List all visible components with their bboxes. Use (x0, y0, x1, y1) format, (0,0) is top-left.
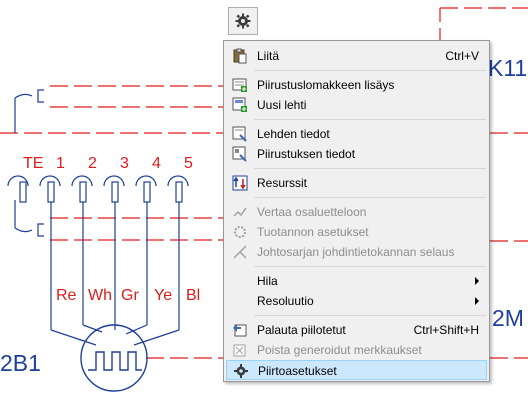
menu-item-restore-hidden[interactable]: Palauta piilotetut Ctrl+Shift+H (226, 320, 487, 340)
add-form-icon (232, 78, 247, 92)
wires (50, 202, 180, 346)
menu-item-label: Piirustuksen tiedot (257, 147, 356, 161)
motor-symbol (80, 324, 148, 392)
wire-label-bl: Bl (186, 287, 200, 304)
menu-item-label: Lehden tiedot (257, 127, 330, 141)
menu-item-label: Uusi lehti (257, 98, 307, 112)
component-tag-left: 2B1 (0, 350, 41, 376)
menu-item-label: Resoluutio (257, 294, 314, 308)
menu-separator (254, 266, 486, 267)
menu-item-label: Johtosarjan johdintietokannan selaus (257, 245, 455, 259)
menu-separator (254, 119, 486, 120)
terminal-label-3: 3 (120, 155, 129, 172)
menu-separator (254, 168, 486, 169)
wire-label-wh: Wh (88, 287, 112, 304)
gear-icon (234, 364, 248, 378)
menu-item-resources[interactable]: Resurssit (226, 173, 487, 193)
menu-item-production-settings[interactable]: Tuotannon asetukset (226, 222, 487, 242)
menu-item-label: Piirustuslomakkeen lisäys (257, 78, 395, 92)
terminal-symbols (7, 175, 189, 203)
menu-item-label: Liitä (257, 49, 280, 63)
menu-item-drawing-info[interactable]: Piirustuksen tiedot (226, 144, 487, 164)
harness-icon (233, 245, 247, 259)
menu-item-label: Tuotannon asetukset (257, 225, 369, 239)
terminal-label-1: 1 (56, 155, 65, 172)
wire-label-re: Re (56, 287, 77, 304)
terminal-label-5: 5 (184, 155, 193, 172)
menu-item-sheet-info[interactable]: Lehden tiedot (226, 124, 487, 144)
terminal-label-te: TE (23, 155, 43, 172)
settings-gear-button[interactable] (228, 7, 258, 35)
terminal-label-4: 4 (152, 155, 161, 172)
menu-item-new-sheet[interactable]: Uusi lehti (226, 95, 487, 115)
component-tag-right-top: K11 (488, 55, 527, 81)
compare-icon (233, 207, 247, 217)
menu-item-compare-subarea[interactable]: Vertaa osaluetteloon (226, 202, 487, 222)
menu-item-label: Vertaa osaluetteloon (257, 205, 367, 219)
menu-item-drawing-settings[interactable]: Piirtoasetukset (226, 360, 487, 380)
restore-icon (233, 324, 247, 337)
new-sheet-icon (232, 97, 247, 112)
menu-item-grid[interactable]: Hila (226, 271, 487, 291)
menu-item-label: Piirtoasetukset (258, 364, 337, 378)
wire-label-ye: Ye (154, 287, 172, 304)
menu-item-add-drawing-form[interactable]: Piirustuslomakkeen lisäys (226, 75, 487, 95)
submenu-arrow-icon (475, 277, 479, 285)
menu-item-shortcut: Ctrl+Shift+H (413, 323, 479, 337)
submenu-arrow-icon (475, 297, 479, 305)
menu-item-paste[interactable]: Liitä Ctrl+V (226, 46, 487, 66)
menu-separator (254, 197, 486, 198)
menu-item-label: Resurssit (257, 176, 308, 190)
menu-item-label: Hila (257, 274, 278, 288)
paste-icon (233, 48, 247, 64)
sheet-info-icon (232, 126, 247, 142)
menu-item-label: Poista generoidut merkkaukset (257, 343, 422, 357)
context-menu: Liitä Ctrl+V Piirustuslomakkeen lisäys U… (223, 40, 490, 382)
remove-marks-icon (233, 344, 246, 357)
menu-separator (254, 70, 486, 71)
menu-separator (254, 315, 486, 316)
menu-item-remove-generated-marks[interactable]: Poista generoidut merkkaukset (226, 340, 487, 360)
resources-icon (232, 175, 248, 191)
terminal-label-2: 2 (88, 155, 97, 172)
menu-item-label: Palauta piilotetut (257, 323, 346, 337)
drawing-info-icon (232, 146, 247, 162)
production-settings-icon (234, 226, 246, 238)
menu-item-harness-browse[interactable]: Johtosarjan johdintietokannan selaus (226, 242, 487, 262)
component-tag-right-bottom: 2M (492, 305, 524, 331)
wire-label-gr: Gr (121, 287, 139, 304)
menu-item-shortcut: Ctrl+V (445, 49, 479, 63)
gear-icon (235, 13, 251, 29)
menu-item-resolution[interactable]: Resoluutio (226, 291, 487, 311)
